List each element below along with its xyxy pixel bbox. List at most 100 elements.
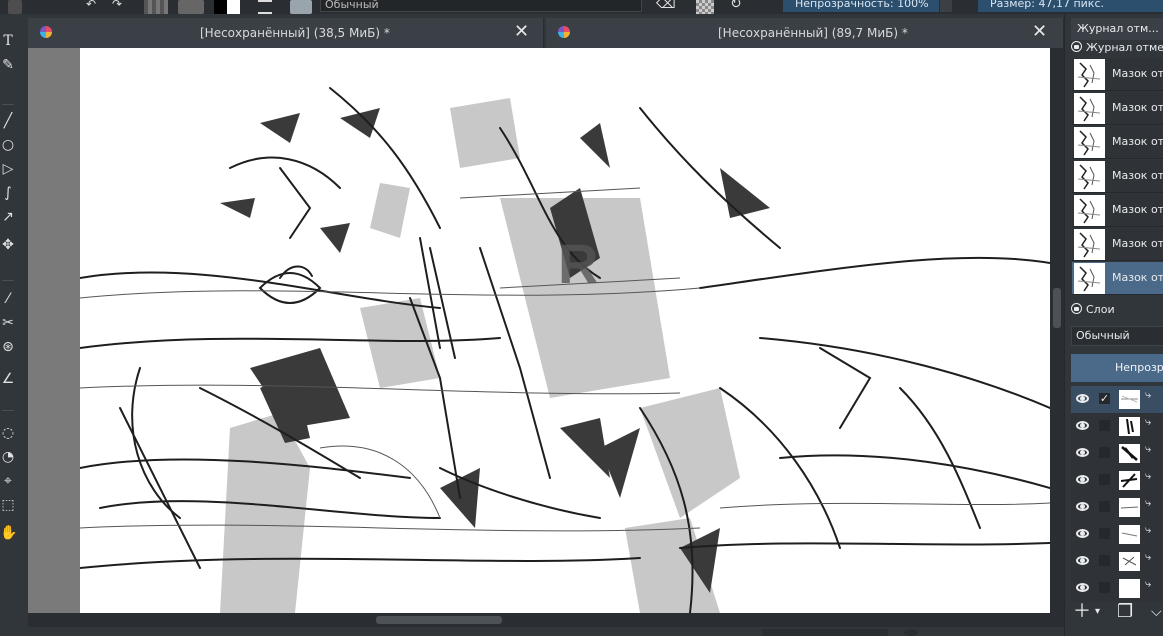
crop-tool-icon[interactable]: ✂ [0,314,16,332]
eye-icon[interactable] [1076,529,1089,538]
save-icon[interactable] [8,0,22,14]
layer-row[interactable]: ⤷ [1071,521,1163,548]
freehand-select-tool-icon[interactable]: ◔ [0,448,16,466]
close-icon[interactable]: ✕ [514,23,529,41]
layer-checkbox[interactable] [1099,501,1110,512]
document-tab-2[interactable]: [Несохранённый] (89,7 МиБ) * ✕ [546,18,1064,48]
layer-thumbnail [1119,579,1140,598]
layers-header[interactable]: Слои [1071,302,1115,318]
vertical-scrollbar[interactable] [1050,48,1064,613]
document-tab-1[interactable]: [Несохранённый] (38,5 МиБ) * ✕ [28,18,544,48]
layer-thumbnail [1119,525,1140,544]
history-thumbnail [1074,127,1105,158]
canvas-area[interactable]: R [28,48,1050,613]
line-tool-icon[interactable]: ╱ [0,112,16,130]
layer-inherit-alpha-icon[interactable]: ⤷ [1145,442,1151,456]
undo-history-header[interactable]: Журнал отме... [1071,40,1163,56]
history-item[interactable]: Мазок от [1072,92,1163,125]
opacity-dropdown[interactable] [940,0,952,12]
measure-tool-icon[interactable]: ∠ [0,370,16,388]
layer-checkbox[interactable]: ✓ [1099,393,1110,404]
color-picker-tool-icon[interactable]: ⁄ [0,290,16,308]
artwork-canvas[interactable]: R [79,48,1050,613]
history-item[interactable]: Мазок от [1072,160,1163,193]
blend-mode-select[interactable]: Обычный [320,0,642,12]
eye-icon[interactable] [1076,583,1089,592]
pan-tool-icon[interactable]: ✋ [0,524,17,542]
krita-document-icon [558,26,570,38]
layer-inherit-alpha-icon[interactable]: ⤷ [1145,577,1151,591]
eye-icon[interactable] [1076,475,1089,484]
history-thumbnail [1074,263,1105,294]
redo-icon[interactable]: ↷ [112,0,124,14]
scrollbar-thumb[interactable] [376,616,502,624]
magnetic-select-tool-icon[interactable]: ⌖ [0,472,16,490]
edit-shapes-tool-icon[interactable]: ✎ [0,56,16,74]
brush-preset-icon[interactable] [290,0,312,14]
layer-row[interactable]: ⤷ [1071,548,1163,575]
layer-opacity-slider[interactable]: Непрозра [1071,354,1163,382]
reload-preset-icon[interactable]: ↻ [730,0,750,14]
lock-icon[interactable] [1071,303,1082,314]
eye-icon[interactable] [1076,556,1089,565]
history-item[interactable]: Мазок от [1072,194,1163,227]
eye-icon[interactable] [1076,421,1089,430]
chevron-down-icon[interactable]: ⌵ [1151,600,1162,624]
lock-icon[interactable] [1071,41,1082,52]
scrollbar-thumb[interactable] [1053,288,1061,328]
layer-checkbox[interactable] [1099,474,1110,485]
history-item[interactable]: Мазок от [1072,58,1163,91]
layer-checkbox[interactable] [1099,447,1110,458]
color-swatch-fg-bg[interactable] [214,0,240,14]
layer-inherit-alpha-icon[interactable]: ⤷ [1145,415,1151,429]
bezier-select-tool-icon[interactable]: ⬚ [0,496,16,514]
undo-icon[interactable]: ↶ [86,0,98,14]
layer-blend-mode-select[interactable]: Обычный [1071,326,1163,346]
horizontal-scrollbar[interactable] [28,613,1064,627]
eye-icon[interactable] [1076,394,1089,403]
history-item[interactable]: Мазок от [1072,262,1163,295]
layer-checkbox[interactable] [1099,528,1110,539]
dynamic-brush-tool-icon[interactable]: ↗ [0,208,16,226]
brush-size-slider[interactable]: Размер: 47,17 пикс. [978,0,1163,12]
layer-inherit-alpha-icon[interactable]: ⤷ [1145,550,1151,564]
assistant-tool-icon[interactable]: ⊛ [0,338,16,356]
chevron-down-icon[interactable]: ▾ [1095,600,1100,624]
layer-row[interactable]: ⤷ [1071,575,1163,602]
layer-row[interactable]: ⤷ [1071,467,1163,494]
add-layer-icon[interactable]: ＋ [1073,600,1091,624]
ellipse-tool-icon[interactable]: ○ [0,136,16,154]
move-tool-icon[interactable]: ✥ [0,236,16,254]
status-field [762,629,888,636]
text-tool-icon[interactable]: T [0,32,16,50]
layer-inherit-alpha-icon[interactable]: ⤷ [1145,496,1151,510]
layer-inherit-alpha-icon[interactable]: ⤷ [1145,388,1151,402]
close-icon[interactable]: ✕ [1032,23,1047,41]
opacity-slider[interactable]: Непрозрачность: 100% [783,0,939,12]
layer-row[interactable]: ⤷ [1071,413,1163,440]
layer-checkbox[interactable] [1099,582,1110,593]
history-item[interactable]: Мазок от [1072,126,1163,159]
layer-row[interactable]: ⤷ [1071,440,1163,467]
preserve-alpha-icon[interactable] [696,0,714,14]
ellipse-select-tool-icon[interactable]: ◌ [0,424,16,442]
history-item[interactable]: Мазок от [1072,228,1163,261]
layer-checkbox[interactable] [1099,555,1110,566]
pattern-selector[interactable] [178,0,204,14]
history-thumbnail [1074,93,1105,124]
layer-row[interactable]: ✓ ⤷ [1071,386,1163,413]
layer-inherit-alpha-icon[interactable]: ⤷ [1145,523,1151,537]
duplicate-layer-icon[interactable]: ❐ [1117,600,1133,624]
bezier-tool-icon[interactable]: ∫ [0,184,16,202]
layer-row[interactable]: ⤷ [1071,494,1163,521]
polygon-tool-icon[interactable]: ▷ [0,160,16,178]
eye-icon[interactable] [1076,448,1089,457]
undo-history-tab[interactable]: Журнал отм... [1071,18,1163,40]
layer-inherit-alpha-icon[interactable]: ⤷ [1145,469,1151,483]
list-icon[interactable] [258,0,272,14]
eraser-mode-icon[interactable]: ⌫ [656,0,682,14]
gradient-selector[interactable] [144,0,168,14]
toolbox-divider [2,280,14,281]
eye-icon[interactable] [1076,502,1089,511]
layer-checkbox[interactable] [1099,420,1110,431]
